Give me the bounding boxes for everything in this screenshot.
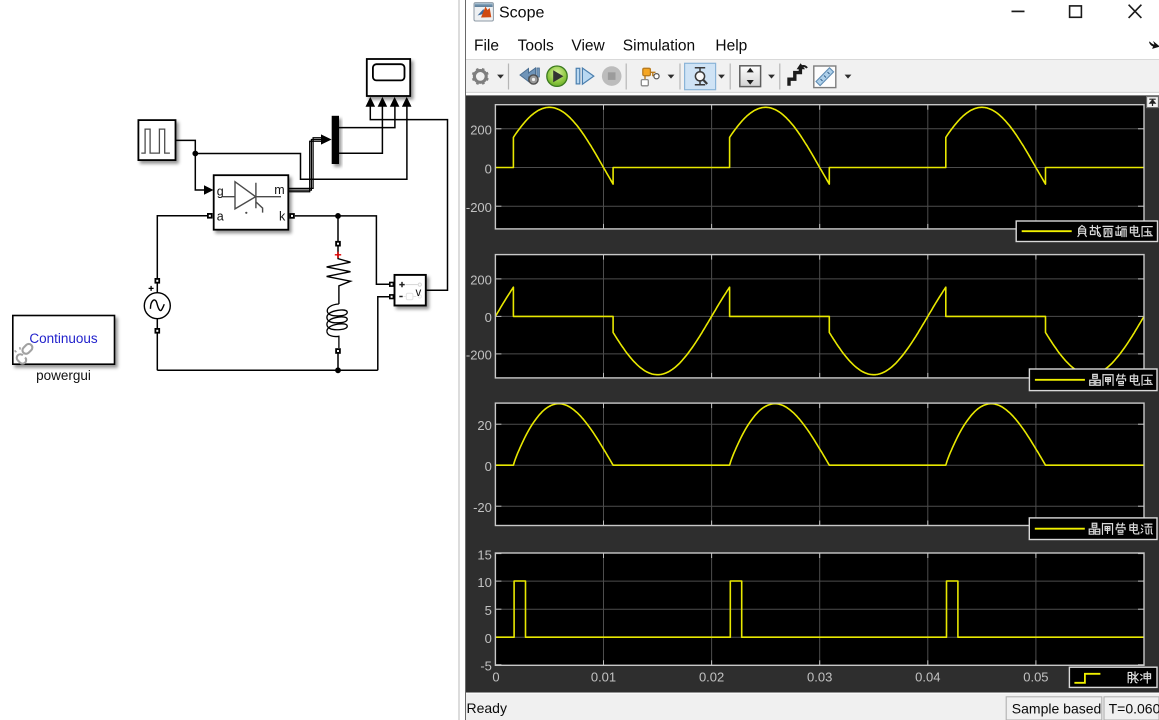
svg-text:Help: Help [715,38,747,55]
svg-text:200: 200 [470,123,492,138]
svg-text:5: 5 [485,603,492,618]
svg-text:0.04: 0.04 [915,670,940,685]
svg-text:0.02: 0.02 [699,670,724,685]
svg-text:0: 0 [485,631,492,646]
svg-text:powergui: powergui [36,368,91,383]
svg-text:v: v [416,287,422,299]
svg-text:-200: -200 [466,200,492,215]
svg-text:g: g [217,184,224,198]
svg-text:Continuous: Continuous [29,331,98,346]
svg-text:20: 20 [477,418,491,433]
svg-text:0: 0 [485,459,492,474]
svg-text:200: 200 [470,273,492,288]
svg-text:0: 0 [485,310,492,325]
svg-text:10: 10 [477,575,491,590]
svg-text:0.03: 0.03 [807,670,832,685]
svg-text:Ready: Ready [467,700,507,716]
svg-text:0: 0 [485,161,492,176]
svg-text:Simulation: Simulation [623,38,695,55]
svg-text:-20: -20 [473,500,492,515]
svg-text:T=0.060: T=0.060 [1109,701,1159,717]
svg-text:15: 15 [477,547,491,562]
svg-text:View: View [571,38,605,55]
svg-text:Sample based: Sample based [1012,701,1102,717]
svg-text:-5: -5 [480,659,492,674]
svg-text:Scope: Scope [499,5,544,22]
svg-text:Tools: Tools [518,38,554,55]
svg-text:0.01: 0.01 [591,670,616,685]
svg-text:0: 0 [492,670,499,685]
svg-text:k: k [279,209,286,223]
svg-text:File: File [474,38,499,55]
svg-text:-200: -200 [466,348,492,363]
svg-text:m: m [274,183,284,197]
svg-text:0.05: 0.05 [1023,670,1048,685]
svg-text:a: a [217,209,224,223]
